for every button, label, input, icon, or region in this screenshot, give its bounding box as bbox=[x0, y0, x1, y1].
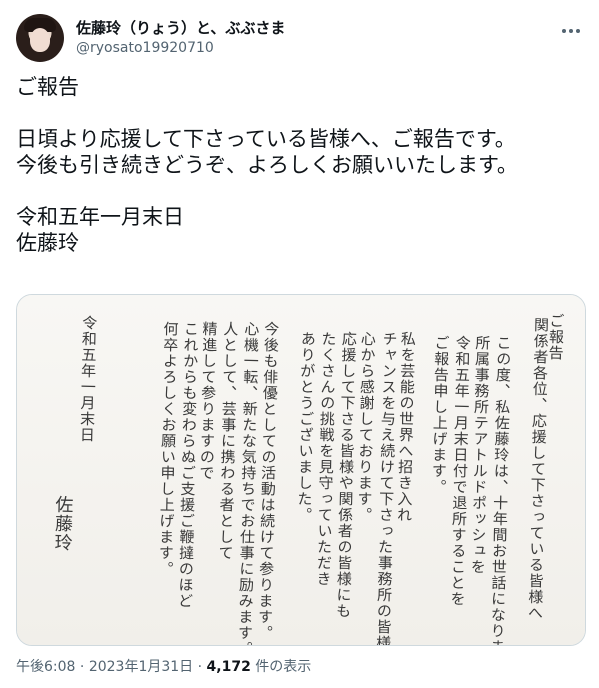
user-handle[interactable]: @ryosato19920710 bbox=[76, 38, 285, 58]
tweet-image-letter[interactable]: ご報告 関係者各位、応援して下さっている皆様へ この度、私佐藤玲は、十年間お世話… bbox=[16, 294, 586, 646]
tweet-line: 今後も引き続きどうぞ、よろしくお願いいたします。 bbox=[16, 153, 518, 177]
tweet-line: 佐藤玲 bbox=[16, 231, 79, 255]
letter-signature: 佐藤玲 bbox=[51, 494, 74, 553]
tweet-meta: 午後6:08 · 2023年1月31日 · 4,172 件の表示 bbox=[16, 656, 311, 676]
tweet-text: ご報告 日頃より応援して下さっている皆様へ、ご報告です。 今後も引き続きどうぞ、… bbox=[16, 74, 586, 256]
letter-column: ご報告申し上げます。 bbox=[429, 334, 451, 496]
letter-date: 令和五年一月末日 bbox=[77, 314, 99, 444]
tweet-line: 日頃より応援して下さっている皆様へ、ご報告です。 bbox=[16, 127, 516, 151]
meta-separator: · bbox=[79, 659, 85, 675]
tweet-line: 令和五年一月末日 bbox=[16, 205, 184, 229]
views-count[interactable]: 4,172 bbox=[207, 659, 251, 675]
tweet-header: 佐藤玲（りょう）と、ぶぶさま @ryosato19920710 bbox=[16, 12, 583, 62]
dot-icon bbox=[562, 29, 566, 33]
avatar-face bbox=[30, 28, 50, 52]
more-options-icon[interactable] bbox=[559, 22, 583, 40]
tweet-time[interactable]: 午後6:08 bbox=[16, 659, 75, 675]
letter-column: 関係者各位、応援して下さっている皆様へ bbox=[525, 316, 551, 622]
tweet-line: ご報告 bbox=[16, 75, 79, 99]
letter-column: ありがとうございました。 bbox=[294, 330, 318, 524]
dot-icon bbox=[576, 29, 580, 33]
display-name[interactable]: 佐藤玲（りょう）と、ぶぶさま bbox=[76, 18, 285, 38]
letter-paper: ご報告 関係者各位、応援して下さっている皆様へ この度、私佐藤玲は、十年間お世話… bbox=[17, 295, 585, 645]
user-block: 佐藤玲（りょう）と、ぶぶさま @ryosato19920710 bbox=[76, 18, 285, 58]
tweet-date[interactable]: 2023年1月31日 bbox=[89, 659, 193, 675]
views-label: 件の表示 bbox=[255, 659, 312, 675]
meta-separator: · bbox=[197, 659, 203, 675]
avatar[interactable] bbox=[16, 14, 64, 62]
dot-icon bbox=[569, 29, 573, 33]
